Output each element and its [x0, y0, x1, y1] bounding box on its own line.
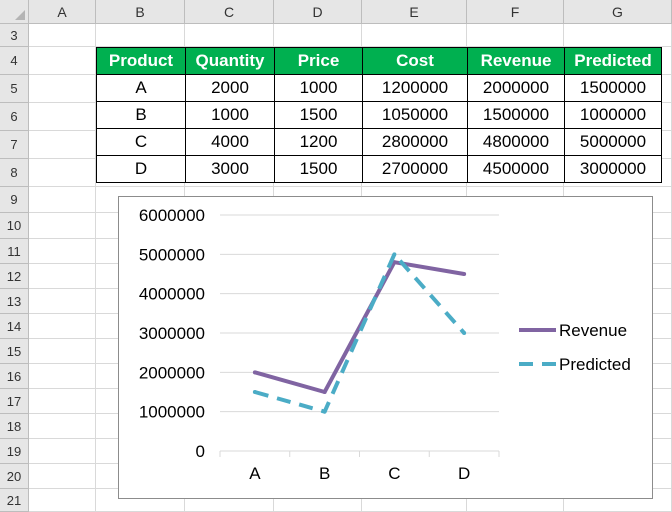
data-point-revenue [322, 390, 327, 394]
table-cell[interactable]: 1000 [185, 101, 275, 129]
y-tick-label: 2000000 [139, 363, 205, 382]
row-header-9[interactable]: 9 [0, 187, 29, 213]
table-cell[interactable]: 1200000 [362, 74, 468, 102]
row-header-21[interactable]: 21 [0, 489, 29, 512]
data-point-predicted [392, 252, 397, 257]
data-point-predicted [322, 409, 327, 414]
column-header-d[interactable]: D [274, 0, 362, 24]
table-cell[interactable]: 3000000 [564, 155, 662, 183]
data-point-revenue [252, 370, 257, 375]
table-cell[interactable]: 1500000 [564, 74, 662, 102]
row-header-6[interactable]: 6 [0, 103, 29, 131]
row-header-13[interactable]: 13 [0, 289, 29, 314]
row-header-5[interactable]: 5 [0, 75, 29, 103]
y-tick-label: 3000000 [139, 324, 205, 343]
y-tick-label: 5000000 [139, 245, 205, 264]
x-tick-label: A [249, 464, 261, 483]
row-header-8[interactable]: 8 [0, 159, 29, 187]
chart-canvas: 0 1000000 2000000 3000000 4000000 5000000 6000… [139, 206, 631, 483]
table-cell[interactable]: 4500000 [467, 155, 565, 183]
row-header-3[interactable]: 3 [0, 24, 29, 47]
table-row: C 4000 1200 2800000 4800000 5000000 [96, 128, 662, 156]
row-header-15[interactable]: 15 [0, 339, 29, 364]
row-gridline [29, 186, 672, 187]
table-cell[interactable]: 2800000 [362, 128, 468, 156]
table-cell[interactable]: 2000000 [467, 74, 565, 102]
column-header-c[interactable]: C [185, 0, 274, 24]
x-tick-label: D [458, 464, 470, 483]
y-tick-label: 4000000 [139, 285, 205, 304]
table-cell[interactable]: 1500 [274, 155, 363, 183]
y-tick-label: 6000000 [139, 206, 205, 225]
table-cell[interactable]: 1200 [274, 128, 363, 156]
data-point-revenue [462, 272, 467, 276]
table-cell[interactable]: 1500 [274, 101, 363, 129]
legend-label-revenue: Revenue [559, 321, 627, 340]
header-cell-predicted[interactable]: Predicted [564, 47, 662, 75]
line-chart[interactable]: 0 1000000 2000000 3000000 4000000 5000000 6000… [118, 196, 653, 499]
table-row: D 3000 1500 2700000 4500000 3000000 [96, 155, 662, 183]
table-cell[interactable]: C [96, 128, 186, 156]
table-cell[interactable]: 1000000 [564, 101, 662, 129]
header-cell-quantity[interactable]: Quantity [185, 47, 275, 75]
table-cell[interactable]: 2000 [185, 74, 275, 102]
row-header-16[interactable]: 16 [0, 364, 29, 389]
legend-label-predicted: Predicted [559, 355, 631, 374]
row-header-7[interactable]: 7 [0, 131, 29, 159]
x-tick-label: C [388, 464, 400, 483]
row-header-19[interactable]: 19 [0, 439, 29, 464]
x-tick-label: B [319, 464, 330, 483]
column-header-a[interactable]: A [29, 0, 96, 24]
table-row: B 1000 1500 1050000 1500000 1000000 [96, 101, 662, 129]
select-all-triangle-icon [15, 10, 25, 20]
row-header-18[interactable]: 18 [0, 414, 29, 439]
row-header-17[interactable]: 17 [0, 389, 29, 414]
table-cell[interactable]: 3000 [185, 155, 275, 183]
data-point-predicted [252, 390, 257, 394]
table-cell[interactable]: D [96, 155, 186, 183]
row-header-12[interactable]: 12 [0, 264, 29, 289]
select-all-corner[interactable] [0, 0, 29, 24]
table-cell[interactable]: 1000 [274, 74, 363, 102]
row-header-10[interactable]: 10 [0, 213, 29, 239]
table-cell[interactable]: A [96, 74, 186, 102]
y-tick-label: 0 [196, 442, 205, 461]
header-cell-price[interactable]: Price [274, 47, 363, 75]
data-table[interactable]: Product Quantity Price Cost Revenue Pred… [96, 47, 662, 183]
table-cell[interactable]: B [96, 101, 186, 129]
table-header-row: Product Quantity Price Cost Revenue Pred… [96, 47, 662, 75]
column-header-g[interactable]: G [564, 0, 672, 24]
table-row: A 2000 1000 1200000 2000000 1500000 [96, 74, 662, 102]
header-cell-cost[interactable]: Cost [362, 47, 468, 75]
table-cell[interactable]: 5000000 [564, 128, 662, 156]
table-cell[interactable]: 1500000 [467, 101, 565, 129]
row-header-20[interactable]: 20 [0, 464, 29, 489]
spreadsheet-grid[interactable]: ABCDEFG 3 4 5 6 7 8 9 10 11 12 13 14 15 16 17 18 19 20 21 … [0, 0, 672, 512]
y-tick-label: 1000000 [139, 403, 205, 422]
table-cell[interactable]: 4800000 [467, 128, 565, 156]
header-cell-product[interactable]: Product [96, 47, 186, 75]
column-header-e[interactable]: E [362, 0, 467, 24]
header-cell-revenue[interactable]: Revenue [467, 47, 565, 75]
column-header-f[interactable]: F [467, 0, 564, 24]
table-cell[interactable]: 2700000 [362, 155, 468, 183]
row-header-14[interactable]: 14 [0, 314, 29, 339]
column-header-b[interactable]: B [96, 0, 185, 24]
row-header-4[interactable]: 4 [0, 47, 29, 75]
data-point-predicted [462, 331, 467, 335]
table-cell[interactable]: 1050000 [362, 101, 468, 129]
row-header-11[interactable]: 11 [0, 239, 29, 264]
table-cell[interactable]: 4000 [185, 128, 275, 156]
